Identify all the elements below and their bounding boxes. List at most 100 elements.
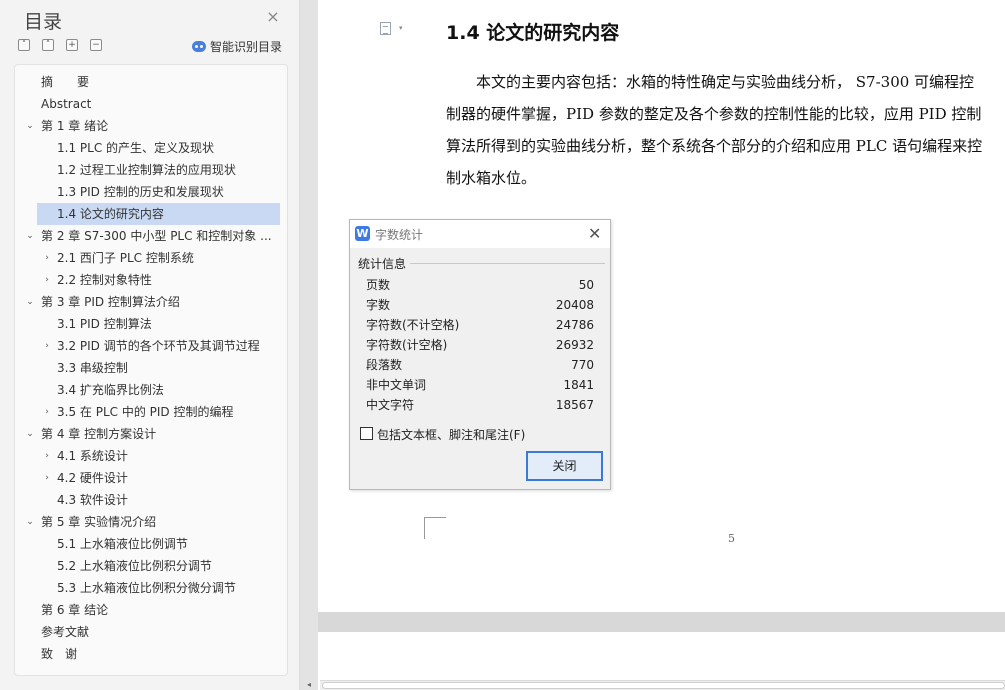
- chevron-right-icon[interactable]: ›: [42, 247, 52, 269]
- toc-item-label: 5.3 上水箱液位比例积分微分调节: [57, 581, 236, 595]
- stat-value: 1841: [563, 378, 594, 392]
- dialog-close-icon[interactable]: ✕: [588, 224, 601, 243]
- toc-chapter-item[interactable]: 致 谢: [21, 643, 281, 665]
- smart-toc-button[interactable]: 智能识别目录: [192, 37, 282, 55]
- expander-placeholder: [42, 533, 52, 555]
- toc-section-item[interactable]: 5.1 上水箱液位比例调节: [21, 533, 281, 555]
- chevron-down-icon[interactable]: ⌄: [25, 291, 35, 313]
- toc-item-label: 4.2 硬件设计: [57, 471, 128, 485]
- toc-item-label: 3.2 PID 调节的各个环节及其调节过程: [57, 339, 260, 353]
- toc-item-label: 1.2 过程工业控制算法的应用现状: [57, 163, 236, 177]
- expander-placeholder: [42, 159, 52, 181]
- toc-section-item[interactable]: 1.4 论文的研究内容: [37, 203, 280, 225]
- expander-placeholder: [25, 621, 35, 643]
- toc-section-item[interactable]: 4.3 软件设计: [21, 489, 281, 511]
- dialog-titlebar[interactable]: W 字数统计 ✕: [350, 220, 610, 248]
- toc-chapter-item[interactable]: ⌄ 第 2 章 S7-300 中小型 PLC 和控制对象 ...: [21, 225, 281, 247]
- chevron-right-icon[interactable]: ›: [42, 445, 52, 467]
- toc-item-label: 1.1 PLC 的产生、定义及现状: [57, 141, 215, 155]
- toc-item-label: 第 6 章 结论: [41, 603, 109, 617]
- paragraph-line: 算法所得到的实验曲线分析，整个系统各个部分的介绍和应用 PLC 语句编程来控: [446, 137, 983, 155]
- chevron-right-icon[interactable]: ›: [42, 467, 52, 489]
- toc-chapter-item[interactable]: ⌄ 第 4 章 控制方案设计: [21, 423, 281, 445]
- stat-row: 段落数 770: [366, 355, 594, 375]
- expand-all-icon[interactable]: ˄: [42, 39, 54, 51]
- toc-item-label: 第 3 章 PID 控制算法介绍: [41, 295, 180, 309]
- toc-item-label: 1.4 论文的研究内容: [57, 207, 164, 221]
- toc-section-item[interactable]: 1.2 过程工业控制算法的应用现状: [21, 159, 281, 181]
- chevron-right-icon[interactable]: ›: [42, 269, 52, 291]
- collapse-all-icon[interactable]: ˅: [18, 39, 30, 51]
- toc-item-label: 2.2 控制对象特性: [57, 273, 152, 287]
- toc-item-label: 参考文献: [41, 625, 90, 639]
- chevron-right-icon[interactable]: ›: [42, 401, 52, 423]
- toc-section-item[interactable]: › 3.5 在 PLC 中的 PID 控制的编程: [21, 401, 281, 423]
- toc-item-label: 5.2 上水箱液位比例积分调节: [57, 559, 212, 573]
- stat-label: 页数: [366, 278, 391, 292]
- include-textboxes-label[interactable]: 包括文本框、脚注和尾注(F): [377, 426, 525, 443]
- scrollbar-thumb[interactable]: [322, 682, 1005, 689]
- toc-chapter-item[interactable]: Abstract: [21, 93, 281, 115]
- include-textboxes-checkbox[interactable]: [360, 427, 373, 440]
- expander-placeholder: [25, 93, 35, 115]
- stats-group-label: 统计信息: [358, 255, 410, 272]
- chevron-down-icon[interactable]: ⌄: [25, 115, 35, 137]
- toc-item-label: 1.3 PID 控制的历史和发展现状: [57, 185, 224, 199]
- toc-section-item[interactable]: › 2.2 控制对象特性: [21, 269, 281, 291]
- stat-label: 非中文单词: [366, 378, 427, 392]
- toc-section-item[interactable]: 3.1 PID 控制算法: [21, 313, 281, 335]
- horizontal-scrollbar[interactable]: [320, 680, 1005, 690]
- chevron-down-icon[interactable]: ⌄: [25, 423, 35, 445]
- toc-item-label: 第 4 章 控制方案设计: [41, 427, 157, 441]
- toc-item-label: 4.1 系统设计: [57, 449, 128, 463]
- pane-splitter[interactable]: [300, 0, 318, 690]
- toc-item-label: 第 1 章 绪论: [41, 119, 109, 133]
- toc-section-item[interactable]: 5.2 上水箱液位比例积分调节: [21, 555, 281, 577]
- toc-section-item[interactable]: 3.3 串级控制: [21, 357, 281, 379]
- page-gap: [318, 612, 1005, 632]
- stat-value: 26932: [555, 338, 594, 352]
- smart-toc-label: 智能识别目录: [210, 39, 283, 54]
- toc-list: 摘 要 Abstract ⌄ 第 1 章 绪论 1.1 PLC 的产生、定义及现状 1.2…: [14, 64, 288, 676]
- stat-row: 中文字符 18567: [366, 395, 594, 415]
- close-button[interactable]: 关闭: [526, 451, 603, 481]
- scroll-left-arrow-icon[interactable]: ◂: [302, 680, 316, 690]
- toc-close-icon[interactable]: ×: [265, 9, 281, 25]
- toc-section-item[interactable]: › 3.2 PID 调节的各个环节及其调节过程: [21, 335, 281, 357]
- toc-section-item[interactable]: › 2.1 西门子 PLC 控制系统: [21, 247, 281, 269]
- chevron-down-icon[interactable]: ▾: [399, 24, 403, 32]
- toc-chapter-item[interactable]: 参考文献: [21, 621, 281, 643]
- expander-placeholder: [42, 357, 52, 379]
- expander-placeholder: [25, 71, 35, 93]
- expander-placeholder: [42, 313, 52, 335]
- expander-placeholder: [42, 137, 52, 159]
- toc-section-item[interactable]: 5.3 上水箱液位比例积分微分调节: [21, 577, 281, 599]
- stat-row: 字符数(不计空格) 24786: [366, 315, 594, 335]
- wps-writer-icon: W: [355, 226, 370, 241]
- stat-label: 中文字符: [366, 398, 415, 412]
- toc-chapter-item[interactable]: 摘 要: [21, 71, 281, 93]
- toc-section-item[interactable]: › 4.1 系统设计: [21, 445, 281, 467]
- toc-section-item[interactable]: 3.4 扩充临界比例法: [21, 379, 281, 401]
- toc-chapter-item[interactable]: 第 6 章 结论: [21, 599, 281, 621]
- expander-placeholder: [42, 489, 52, 511]
- remove-heading-icon[interactable]: −: [90, 39, 102, 51]
- toc-chapter-item[interactable]: ⌄ 第 1 章 绪论: [21, 115, 281, 137]
- toc-section-item[interactable]: › 4.2 硬件设计: [21, 467, 281, 489]
- toc-item-label: 第 5 章 实验情况介绍: [41, 515, 157, 529]
- stat-label: 字符数(计空格): [366, 338, 448, 352]
- add-heading-icon[interactable]: +: [66, 39, 78, 51]
- expander-placeholder: [42, 181, 52, 203]
- toc-item-label: 3.5 在 PLC 中的 PID 控制的编程: [57, 405, 234, 419]
- toc-section-item[interactable]: 1.3 PID 控制的历史和发展现状: [21, 181, 281, 203]
- paragraph-style-icon[interactable]: [380, 22, 391, 35]
- toc-item-label: 致 谢: [41, 647, 78, 661]
- paragraph-line: 本文的主要内容包括：水箱的特性确定与实验曲线分析， S7-300 可编程控: [446, 73, 975, 91]
- stat-label: 字数: [366, 298, 391, 312]
- chevron-down-icon[interactable]: ⌄: [25, 225, 35, 247]
- toc-section-item[interactable]: 1.1 PLC 的产生、定义及现状: [21, 137, 281, 159]
- toc-chapter-item[interactable]: ⌄ 第 5 章 实验情况介绍: [21, 511, 281, 533]
- chevron-down-icon[interactable]: ⌄: [25, 511, 35, 533]
- toc-chapter-item[interactable]: ⌄ 第 3 章 PID 控制算法介绍: [21, 291, 281, 313]
- chevron-right-icon[interactable]: ›: [42, 335, 52, 357]
